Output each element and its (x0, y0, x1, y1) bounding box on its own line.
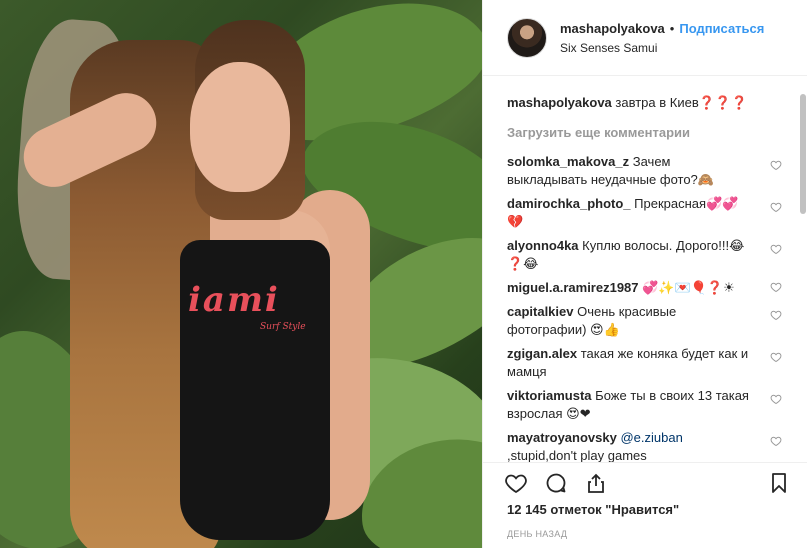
comment-item: alyonno4ka Куплю волосы. Дорого!!!😂❓😂 (507, 237, 784, 273)
comment-item: capitalkiev Очень красивые фотографии) 😍… (507, 303, 784, 339)
post-header: mashapolyakova • Подписаться Six Senses … (483, 0, 807, 76)
comment-text: ,stupid,don't play games (507, 448, 647, 462)
load-more-comments-button[interactable]: Загрузить еще комментарии (507, 124, 784, 142)
comment-item: mayatroyanovsky @e.ziuban ,stupid,don't … (507, 429, 784, 462)
like-comment-icon[interactable] (770, 159, 782, 171)
post-photo[interactable]: iami Surf Style (0, 0, 482, 548)
separator-dot: • (669, 20, 675, 36)
comment-username[interactable]: alyonno4ka (507, 238, 579, 253)
comment-username[interactable]: capitalkiev (507, 304, 574, 319)
comments-list: mashapolyakova завтра в Киев❓❓❓ Загрузит… (483, 76, 807, 462)
author-username[interactable]: mashapolyakova (560, 21, 665, 36)
comment-item: damirochka_photo_ Прекрасная💞💞💔 (507, 195, 784, 231)
comment-text: 💞✨💌🎈❓☀ (642, 280, 735, 295)
heart-icon[interactable] (503, 470, 529, 496)
location-link[interactable]: Six Senses Samui (560, 41, 764, 55)
caption-text: завтра в Киев❓❓❓ (615, 95, 748, 110)
comments-scrollbar[interactable] (800, 80, 806, 460)
like-comment-icon[interactable] (770, 201, 782, 213)
swimsuit-print: iami (188, 280, 280, 320)
action-bar (483, 462, 807, 502)
likes-count[interactable]: 12 145 отметок "Нравится" (507, 502, 679, 517)
comment-username[interactable]: viktoriamusta (507, 388, 592, 403)
post-side-panel: mashapolyakova • Подписаться Six Senses … (482, 0, 807, 548)
comment-item: solomka_makova_z Зачем выкладывать неуда… (507, 153, 784, 189)
comment-icon[interactable] (543, 470, 569, 496)
comment-username[interactable]: mayatroyanovsky (507, 430, 617, 445)
comment-item: viktoriamusta Боже ты в своих 13 такая в… (507, 387, 784, 423)
like-comment-icon[interactable] (770, 351, 782, 363)
swimsuit-subprint: Surf Style (260, 322, 306, 332)
caption-username[interactable]: mashapolyakova (507, 95, 612, 110)
scrollbar-thumb[interactable] (800, 94, 806, 214)
follow-button[interactable]: Подписаться (679, 21, 764, 36)
comment-item: miguel.a.ramirez1987 💞✨💌🎈❓☀ (507, 279, 784, 297)
caption: mashapolyakova завтра в Киев❓❓❓ (507, 94, 784, 112)
like-comment-icon[interactable] (770, 393, 782, 405)
like-comment-icon[interactable] (770, 309, 782, 321)
comment-username[interactable]: solomka_makova_z (507, 154, 629, 169)
like-comment-icon[interactable] (770, 243, 782, 255)
bookmark-icon[interactable] (766, 470, 792, 496)
share-icon[interactable] (583, 470, 609, 496)
comment-mention[interactable]: @e.ziuban (620, 430, 682, 445)
comment-item: zgigan.alex такая же коняка будет как и … (507, 345, 784, 381)
like-comment-icon[interactable] (770, 435, 782, 447)
instagram-post: iami Surf Style mashapolyakova • Подписа… (0, 0, 807, 548)
post-timestamp[interactable]: День назад (507, 529, 567, 539)
avatar[interactable] (507, 17, 547, 58)
comment-username[interactable]: zgigan.alex (507, 346, 577, 361)
comment-username[interactable]: damirochka_photo_ (507, 196, 631, 211)
comment-username[interactable]: miguel.a.ramirez1987 (507, 280, 639, 295)
like-comment-icon[interactable] (770, 281, 782, 293)
